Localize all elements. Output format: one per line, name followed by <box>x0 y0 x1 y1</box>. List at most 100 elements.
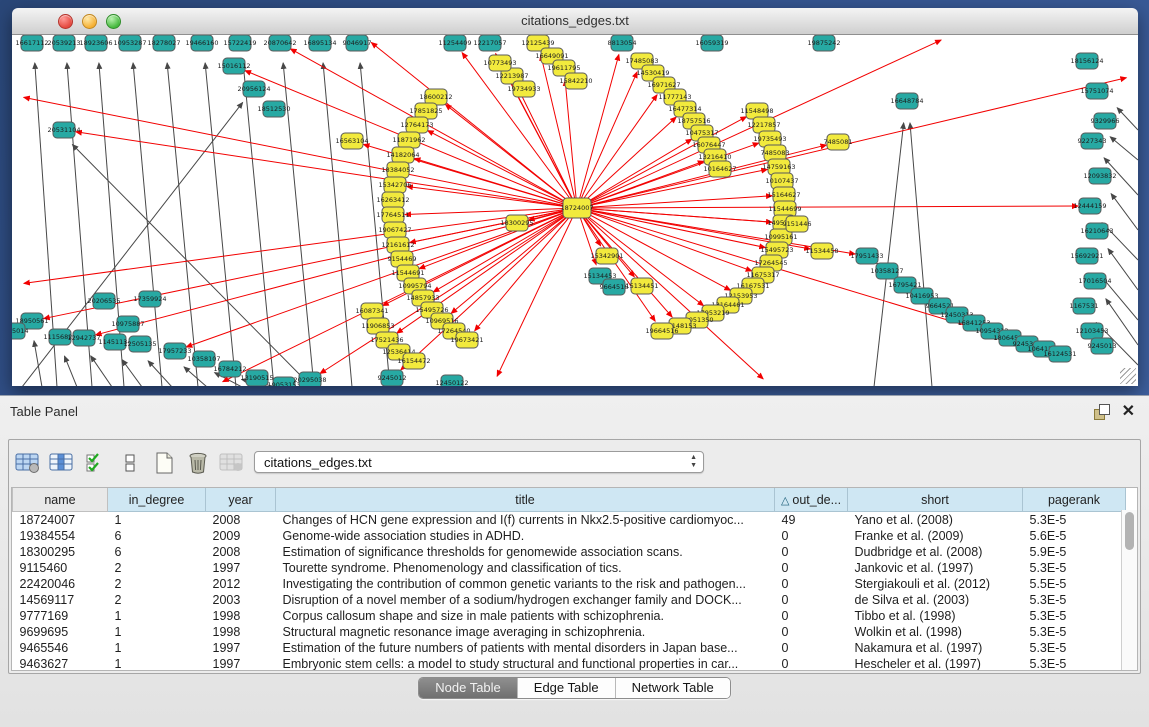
yellow-node[interactable]: 7485081 <box>824 134 853 150</box>
table-select-dropdown[interactable]: citations_edges.txt ▲▼ <box>254 451 704 473</box>
network-view-window[interactable]: citations_edges.txt 18600212178518251276… <box>12 8 1138 386</box>
modify-table-icon[interactable] <box>13 449 43 477</box>
table-row[interactable]: 1830029562008Estimation of significance … <box>13 544 1126 560</box>
yellow-node[interactable]: 18724007 <box>560 198 593 218</box>
create-column-icon[interactable] <box>149 449 179 477</box>
teal-node[interactable]: 9245013 <box>1088 338 1117 354</box>
column-header-name[interactable]: name <box>13 488 108 512</box>
tab-network-table[interactable]: Network Table <box>616 678 730 698</box>
show-columns-icon[interactable] <box>47 449 77 477</box>
teal-node[interactable]: 17359924 <box>133 291 166 307</box>
teal-node[interactable]: 11254409 <box>438 35 471 51</box>
float-panel-icon[interactable] <box>1094 404 1110 420</box>
table-row[interactable]: 946554611997Estimation of the future num… <box>13 640 1126 656</box>
teal-node[interactable]: 1167531 <box>1070 298 1099 314</box>
yellow-node[interactable]: 15134451 <box>625 278 658 294</box>
table-header-row[interactable]: name in_degree year title △out_de... sho… <box>13 488 1126 512</box>
teal-node[interactable]: 19466160 <box>185 35 218 51</box>
tab-node-table[interactable]: Node Table <box>419 678 518 698</box>
teal-node[interactable]: 12103453 <box>1075 323 1108 339</box>
cell-short: Tibbo et al. (1998) <box>848 608 1023 624</box>
yellow-node[interactable]: 16563104 <box>335 133 368 149</box>
teal-node[interactable]: 20295038 <box>293 372 326 386</box>
teal-node[interactable]: 8813054 <box>608 35 637 51</box>
column-header-pagerank[interactable]: pagerank <box>1023 488 1126 512</box>
column-header-out-degree[interactable]: △out_de... <box>775 488 848 512</box>
window-titlebar[interactable]: citations_edges.txt <box>12 8 1138 35</box>
teal-node[interactable]: 20539213 <box>47 35 80 51</box>
yellow-node[interactable]: 11871962 <box>392 132 425 148</box>
svg-text:15016112: 15016112 <box>217 62 250 70</box>
teal-node[interactable]: 18278027 <box>147 35 180 51</box>
teal-node[interactable]: 16895134 <box>303 35 336 51</box>
table-row[interactable]: 2242004622012Investigating the contribut… <box>13 576 1126 592</box>
yellow-node[interactable]: 14182064 <box>386 147 419 163</box>
column-header-in-degree[interactable]: in_degree <box>108 488 206 512</box>
table-row[interactable]: 946362711997Embryonic stem cells: a mode… <box>13 656 1126 671</box>
teal-node[interactable]: 10953287 <box>113 35 146 51</box>
teal-node[interactable]: 9046917 <box>343 35 372 51</box>
yellow-node[interactable]: 11534458 <box>805 243 838 259</box>
teal-node[interactable]: 12217057 <box>473 35 506 51</box>
window-resize-grip[interactable] <box>1120 368 1136 384</box>
teal-node[interactable]: 18512530 <box>257 101 290 117</box>
svg-text:19611795: 19611795 <box>547 64 580 72</box>
teal-node[interactable]: 9329966 <box>1091 113 1120 129</box>
teal-node[interactable]: 12444159 <box>1073 198 1106 214</box>
table-row[interactable]: 1872400712008Changes of HCN gene express… <box>13 512 1126 529</box>
yellow-node[interactable]: 16263412 <box>376 192 409 208</box>
teal-node[interactable]: 20531104 <box>47 122 80 138</box>
tab-edge-table[interactable]: Edge Table <box>518 678 616 698</box>
teal-node[interactable]: 20870642 <box>263 35 296 51</box>
yellow-node[interactable]: 19067427 <box>378 222 411 238</box>
delete-column-icon[interactable] <box>183 449 213 477</box>
cell-pagerank: 5.3E-5 <box>1023 624 1126 640</box>
teal-node[interactable]: 12093832 <box>1083 168 1116 184</box>
svg-text:18724007: 18724007 <box>560 204 593 212</box>
network-graph[interactable]: 1860021217851825127641731187196214182064… <box>12 35 1138 386</box>
teal-node[interactable]: 16648784 <box>890 93 923 109</box>
teal-node[interactable]: 18156124 <box>1070 53 1103 69</box>
svg-text:19734933: 19734933 <box>507 85 540 93</box>
teal-node[interactable]: 19875242 <box>807 35 840 51</box>
table-row[interactable]: 1456911722003Disruption of a novel membe… <box>13 592 1126 608</box>
teal-node[interactable]: 18923606 <box>79 35 112 51</box>
teal-node[interactable]: 15751074 <box>1080 83 1113 99</box>
cell-short: Dudbridge et al. (2008) <box>848 544 1023 560</box>
teal-node[interactable]: 12450122 <box>435 375 468 386</box>
yellow-node[interactable]: 18384052 <box>381 162 414 178</box>
svg-text:18300295: 18300295 <box>500 219 533 227</box>
table-row[interactable]: 977716911998Corpus callosum shape and si… <box>13 608 1126 624</box>
svg-text:9245013: 9245013 <box>1088 342 1117 350</box>
teal-node[interactable]: 16210643 <box>1080 223 1113 239</box>
teal-node[interactable]: 17016504 <box>1078 273 1111 289</box>
column-header-short[interactable]: short <box>848 488 1023 512</box>
yellow-node[interactable]: 17764511 <box>376 207 409 223</box>
teal-node[interactable]: 9245012 <box>378 370 407 386</box>
table-row[interactable]: 1938455462009Genome-wide association stu… <box>13 528 1126 544</box>
yellow-node[interactable]: 15342706 <box>378 177 411 193</box>
row-height-icon[interactable] <box>115 449 145 477</box>
teal-node[interactable]: 20956124 <box>237 81 270 97</box>
cell-in-degree: 1 <box>108 624 206 640</box>
yellow-node[interactable]: 9151446 <box>783 216 812 232</box>
select-columns-icon[interactable] <box>81 449 111 477</box>
column-header-title[interactable]: title <box>276 488 775 512</box>
teal-node[interactable]: 16617112 <box>15 35 48 51</box>
column-header-year[interactable]: year <box>206 488 276 512</box>
teal-node[interactable]: 15692921 <box>1070 248 1103 264</box>
close-panel-icon[interactable]: ✕ <box>1122 404 1135 420</box>
table-row[interactable]: 911546021997Tourette syndrome. Phenomeno… <box>13 560 1126 576</box>
teal-node[interactable]: 9664516 <box>600 279 629 295</box>
cell-in-degree: 2 <box>108 576 206 592</box>
teal-node[interactable]: 16059319 <box>695 35 728 51</box>
network-canvas[interactable]: 1860021217851825127641731187196214182064… <box>12 35 1138 386</box>
teal-node[interactable]: 9227343 <box>1078 133 1107 149</box>
table-row[interactable]: 969969511998Structural magnetic resonanc… <box>13 624 1126 640</box>
teal-node[interactable]: 17951433 <box>850 248 883 264</box>
table-scrollbar[interactable] <box>1121 510 1137 670</box>
scrollbar-thumb[interactable] <box>1125 512 1134 550</box>
teal-node[interactable]: 15016112 <box>217 58 250 74</box>
teal-node[interactable]: 15722419 <box>223 35 256 51</box>
cell-title: Embryonic stem cells: a model to study s… <box>276 656 775 671</box>
